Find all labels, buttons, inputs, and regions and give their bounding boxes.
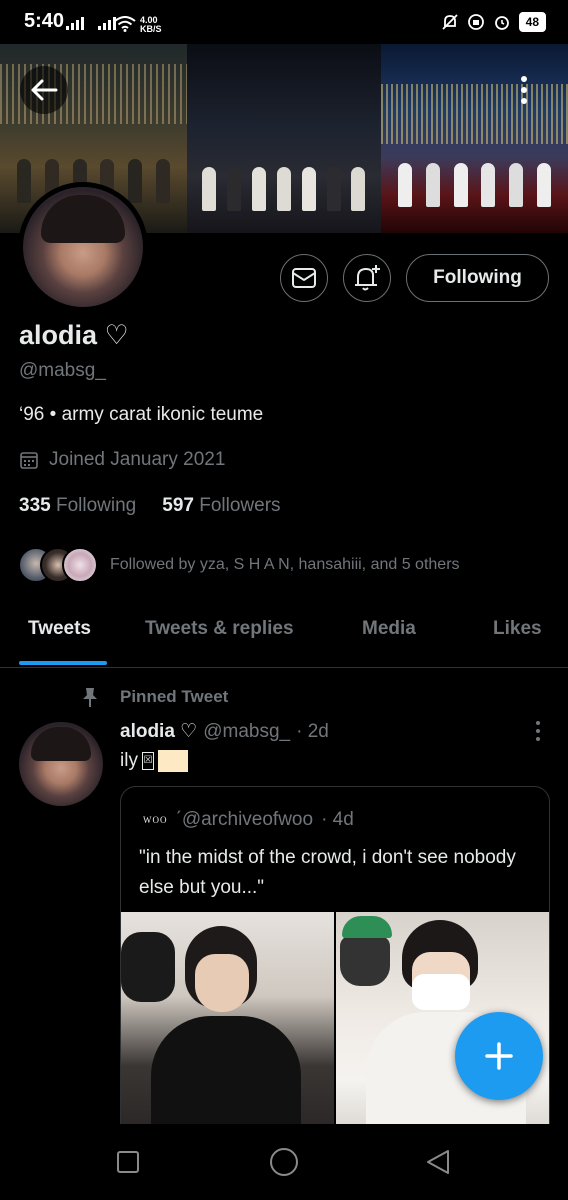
recents-button[interactable] <box>110 1144 146 1180</box>
bell-plus-icon <box>355 265 380 291</box>
data-saver-icon <box>467 14 484 30</box>
tweet-author-handle: @mabsg_ <box>203 721 291 742</box>
tweet-more-button[interactable] <box>528 718 548 744</box>
envelope-icon <box>292 268 316 288</box>
tweet-header: alodia ♡ @mabsg_ · 2d <box>120 720 329 743</box>
missing-glyph-icon: ☒ <box>141 752 154 770</box>
signal-icon <box>66 16 116 30</box>
status-bar: 5:40 4.00 KB/S 48 <box>0 0 568 44</box>
system-nav-bar <box>0 1124 568 1200</box>
profile-avatar[interactable] <box>18 182 148 312</box>
tab-media[interactable]: Media <box>362 618 416 640</box>
follower-avatar <box>62 547 98 583</box>
banner-photo-2 <box>187 44 381 233</box>
following-button[interactable]: Following <box>406 254 549 302</box>
tweet-author-avatar[interactable] <box>19 722 103 806</box>
mute-icon <box>442 14 458 30</box>
joined-text: Joined January 2021 <box>49 449 226 470</box>
circle-icon <box>270 1148 298 1176</box>
quoted-author-handle: ˊ@archiveofwoo <box>175 809 314 830</box>
more-vertical-icon <box>521 76 527 104</box>
profile-name: alodia ♡ <box>19 320 129 350</box>
plus-icon <box>485 1042 513 1070</box>
joined-date: Joined January 2021 <box>19 449 225 471</box>
network-speed: 4.00 KB/S <box>140 15 162 34</box>
quoted-tweet-header: WOO ˊ@archiveofwoo · 4d <box>143 809 354 831</box>
arrow-left-icon <box>31 79 58 101</box>
pinned-label: Pinned Tweet <box>120 687 229 706</box>
battery-icon: 48 <box>518 12 546 32</box>
status-time: 5:40 <box>24 10 65 32</box>
active-tab-indicator <box>19 661 107 665</box>
followed-by-row[interactable]: Followed by yza, S H A N, hansahiii, and… <box>18 546 460 584</box>
tweet-time: · 2d <box>296 721 329 742</box>
follow-stats: 335 Following 597 Followers <box>19 495 281 517</box>
tweet-text-body: ily <box>120 750 138 771</box>
tab-likes[interactable]: Likes <box>493 618 542 640</box>
followers-stat[interactable]: 597 Followers <box>162 495 280 517</box>
back-button[interactable] <box>20 66 68 114</box>
following-stat[interactable]: 335 Following <box>19 495 136 517</box>
triangle-back-icon <box>427 1150 449 1174</box>
pinned-label-row: Pinned Tweet <box>80 686 228 708</box>
pin-icon <box>83 688 97 707</box>
quoted-tweet-text: "in the midst of the crowd, i don't see … <box>139 847 516 898</box>
color-square-emoji <box>157 750 188 772</box>
square-icon <box>117 1151 139 1173</box>
profile-handle: @mabsg_ <box>19 360 106 381</box>
back-nav-button[interactable] <box>420 1144 456 1180</box>
calendar-icon <box>20 452 38 469</box>
tweet-text: ily ☒ <box>120 750 188 772</box>
tab-tweets[interactable]: Tweets <box>28 618 91 640</box>
tweet-author-name[interactable]: alodia ♡ <box>120 720 197 743</box>
profile-bio: ‘96 • army carat ikonic teume <box>19 404 264 425</box>
profile-tabs: Tweets Tweets & replies Media Likes <box>0 604 568 668</box>
notifications-button[interactable] <box>343 254 391 302</box>
more-options-button[interactable] <box>500 66 548 114</box>
quoted-author-avatar: WOO <box>143 815 168 825</box>
followed-by-text: Followed by yza, S H A N, hansahiii, and… <box>110 556 460 573</box>
quoted-tweet-time: · 4d <box>321 809 354 830</box>
wifi-icon <box>114 16 136 32</box>
compose-tweet-button[interactable] <box>455 1012 543 1100</box>
tab-tweets-replies[interactable]: Tweets & replies <box>145 618 294 640</box>
alarm-icon <box>494 16 509 30</box>
message-button[interactable] <box>280 254 328 302</box>
home-button[interactable] <box>266 1144 302 1180</box>
